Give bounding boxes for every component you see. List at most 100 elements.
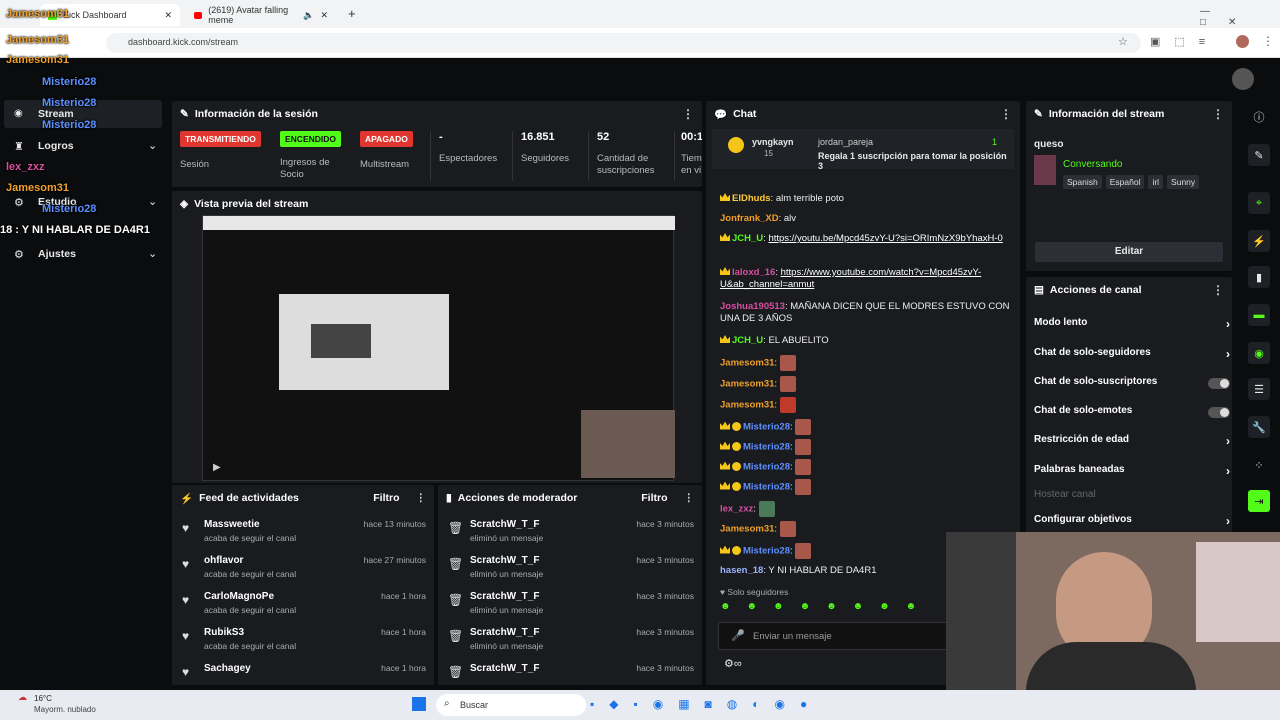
action-set-goals[interactable]: Configurar objetivos › <box>1034 514 1230 534</box>
status-badge-on[interactable]: ENCENDIDO <box>280 131 342 147</box>
emote <box>795 479 812 495</box>
list-item: 🗑 ScratchW_T_F eliminó un mensaje hace 3 mi… <box>448 627 694 651</box>
activity-feed-panel: ⚡ Feed de actividades Filtro ⋮ ♥ Massweetie a… <box>172 485 434 685</box>
apps-icon[interactable]: ⁘ <box>1248 454 1270 476</box>
chat-message: Joshua190513: MAÑANA DICEN QUE EL MODRES… <box>720 301 1010 324</box>
menu-kebab-icon[interactable]: ⋮ <box>682 107 694 121</box>
overlay-chat-user: Jamesom31 <box>6 54 69 66</box>
action-banned-words[interactable]: Palabras baneadas › <box>1034 464 1230 484</box>
coin-icon <box>728 137 744 153</box>
user-avatar[interactable] <box>1232 68 1254 90</box>
action-followers-only[interactable]: Chat de solo-seguidores › <box>1034 347 1230 367</box>
sidebar-item-logros[interactable]: ♜ Logros ⌄ <box>4 134 162 158</box>
broadcast-icon[interactable]: ◉ <box>1248 342 1270 364</box>
settings-icon[interactable]: ⚙∞ <box>724 657 742 670</box>
pencil-icon: ✎ <box>180 108 189 120</box>
weather-temp: 16°C <box>34 694 52 703</box>
taskbar-apps[interactable]: ▪◆▪◉▦◙◍◐◉● <box>590 697 822 711</box>
emote-bar[interactable]: ☻☻☻☻☻☻☻☻ <box>720 601 950 615</box>
filter-button[interactable]: Filtro <box>641 492 667 504</box>
emote <box>795 543 812 559</box>
info-icon[interactable]: ⓘ <box>1248 106 1270 128</box>
session-info-panel: ✎ Información de la sesión ⋮ TRANSMITIENDO… <box>172 101 702 187</box>
wrench-icon[interactable]: 🔧 <box>1248 416 1270 438</box>
filter-button[interactable]: Filtro <box>373 492 399 504</box>
close-icon[interactable]: ✕ <box>320 10 328 21</box>
menu-kebab-icon[interactable]: ⋮ <box>1212 283 1224 297</box>
pencil-icon[interactable]: ✎ <box>1248 144 1270 166</box>
chat-icon[interactable]: ▬ <box>1248 304 1270 326</box>
window-controls[interactable]: —□✕ <box>1200 6 1280 28</box>
tag-chip: Spanish <box>1063 175 1102 189</box>
kick-dashboard: ◉ Stream ♜ Logros ⌄ ⚙ Estudio ⌄ ⚙ Ajuste… <box>0 8 1280 690</box>
trash-icon[interactable]: ▮ <box>1248 266 1270 288</box>
action-age-restriction[interactable]: Restricción de edad › <box>1034 434 1230 454</box>
action-emotes-only[interactable]: Chat de solo-emotes <box>1034 405 1230 425</box>
toggle-switch[interactable] <box>1208 407 1230 418</box>
list-item: ♥ ohflavor acaba de seguir el canal hace 27… <box>182 555 426 579</box>
exit-icon[interactable]: ⇥ <box>1248 490 1270 512</box>
menu-kebab-icon[interactable]: ⋮ <box>1000 107 1012 121</box>
weather-icon: ☁ <box>18 692 27 702</box>
heart-icon: ♥ <box>182 593 190 607</box>
mod-actions-panel: ▮ Acciones de moderador Filtro ⋮ 🗑 ScratchW_… <box>438 485 702 685</box>
panel-title: Acciones de moderador <box>457 492 578 504</box>
tab-label: (2619) Avatar falling meme <box>208 5 289 25</box>
windows-start-icon[interactable] <box>412 697 426 711</box>
stream-preview-video[interactable]: ▶ <box>202 215 675 481</box>
search-icon: ⌕ <box>444 698 450 709</box>
overlay-chat-user: Misterio28 <box>42 97 97 109</box>
list-item: ♥ Massweetie acaba de seguir el canal hace … <box>182 519 426 543</box>
overlay-chat-message: 18 : Y NI HABLAR DE DA4R1 <box>0 224 150 236</box>
speaker-icon[interactable]: 🔈 <box>303 10 314 21</box>
sidebar-item-ajustes[interactable]: ⚙ Ajustes ⌄ <box>4 242 162 266</box>
followers-value: 16.851 <box>521 131 555 143</box>
close-icon[interactable]: ✕ <box>164 10 172 21</box>
edit-button[interactable]: Editar <box>1035 242 1223 262</box>
play-icon[interactable]: ▶ <box>213 462 221 473</box>
mic-icon[interactable]: 🎤 <box>731 629 745 642</box>
action-subs-only[interactable]: Chat de solo-suscriptores <box>1034 376 1230 396</box>
bolt-icon[interactable]: ⚡ <box>1248 230 1270 252</box>
channel-actions-panel: ▤ Acciones de canal ⋮ Modo lento › Chat de … <box>1026 277 1232 533</box>
extension-icons[interactable]: ▣⬚≡ <box>1150 35 1219 48</box>
action-host-channel: Hostear canal <box>1034 489 1096 500</box>
emote <box>795 419 812 435</box>
menu-kebab-icon[interactable]: ⋮ <box>416 492 427 504</box>
new-tab-icon[interactable]: + <box>348 6 356 21</box>
stat-label: Seguidores <box>521 153 570 164</box>
menu-kebab-icon[interactable]: ⋮ <box>1262 34 1274 48</box>
list-item: 🗑 ScratchW_T_F eliminó un mensaje hace 3 mi… <box>448 555 694 579</box>
panel-title: Información del stream <box>1048 108 1165 120</box>
trash-icon: 🗑 <box>448 521 464 535</box>
list-item: 🗑 ScratchW_T_F eliminó un mensaje hace 3 mi… <box>448 591 694 615</box>
url-field[interactable]: dashboard.kick.com/stream <box>106 33 1141 53</box>
taskbar: ☁ 16°C Mayorm. nublado ⌕ Buscar ▪◆▪◉▦◙◍◐… <box>0 690 1280 720</box>
crosshair-icon[interactable]: ⌖ <box>1248 192 1270 214</box>
list-item: ♥ RubikS3 acaba de seguir el canal hace 1 h… <box>182 627 426 651</box>
tag-list: Spanish Español irl Sunny <box>1063 175 1225 189</box>
taskbar-search[interactable]: ⌕ Buscar <box>436 694 586 716</box>
chat-message: ElDhuds: alm terrible poto <box>720 193 1010 205</box>
action-slow-mode[interactable]: Modo lento › <box>1034 317 1230 337</box>
category-label[interactable]: Conversando <box>1063 159 1122 170</box>
status-badge-off[interactable]: APAGADO <box>360 131 413 147</box>
chat-link[interactable]: https://youtu.be/Mpcd45zvY-U?si=ORImNzX9… <box>768 233 1002 244</box>
menu-kebab-icon[interactable]: ⋮ <box>1212 107 1224 121</box>
menu-kebab-icon[interactable]: ⋮ <box>684 492 695 504</box>
stat-label: Ingresos de Socio <box>280 157 330 180</box>
list-icon[interactable]: ☰ <box>1248 378 1270 400</box>
tab-youtube[interactable]: (2619) Avatar falling meme 🔈 ✕ <box>186 4 336 26</box>
overlay-chat-user: Jamesom31 <box>6 8 69 20</box>
stat-label: Cantidad de suscripciones <box>597 153 655 176</box>
toggle-switch[interactable] <box>1208 378 1230 389</box>
stat-label: Espectadores <box>439 153 498 164</box>
emote <box>779 376 796 392</box>
chevron-down-icon: ⌄ <box>148 140 158 152</box>
bookmark-star-icon[interactable]: ☆ <box>1118 35 1128 48</box>
youtube-favicon-icon <box>194 11 203 19</box>
weather-desc: Mayorm. nublado <box>34 705 96 714</box>
overlay-chat-user: Jamesom31 <box>6 34 69 46</box>
profile-avatar[interactable] <box>1236 35 1249 48</box>
heart-icon: ♥ <box>182 557 190 571</box>
